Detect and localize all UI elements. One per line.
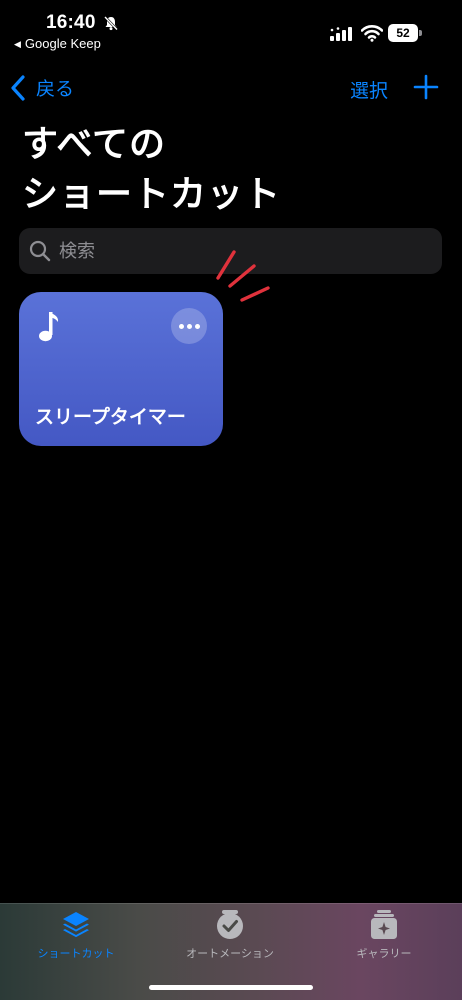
home-indicator[interactable] [149,985,313,990]
bell-slash-icon [104,16,118,31]
select-button[interactable]: 選択 [350,76,388,103]
tab-shortcuts[interactable]: ショートカット [6,909,146,961]
tab-automation[interactable]: オートメーション [160,909,300,961]
dot [194,323,200,329]
battery-level: 52 [388,24,418,42]
tab-label: オートメーション [186,947,274,960]
back-button-label: 戻る [36,78,75,100]
dot [186,323,192,329]
search-icon [29,240,51,262]
battery-cap [419,30,422,36]
back-app-label: Google Keep [24,36,101,51]
gallery-sparkle-icon [371,910,397,939]
shortcut-card[interactable]: スリープタイマー [19,292,223,446]
shortcut-label: スリープタイマー [35,406,186,428]
page-title: すべての ショートカット [22,120,281,220]
music-note-icon [39,312,59,342]
layers-icon [63,912,89,938]
tab-label: ギャラリー [356,947,412,960]
tab-label: ショートカット [37,947,115,960]
chevron-left-icon [11,74,25,101]
wifi-icon [361,25,383,42]
cellular-signal-icon [330,27,352,41]
annotation-marks-icon [216,250,270,302]
clock-check-icon [217,910,243,939]
back-to-app-link[interactable]: ◀ Google Keep [14,36,101,51]
back-triangle-icon: ◀ [14,39,21,49]
page-title-line-1: すべての [22,124,167,165]
battery-indicator: 52 [388,24,422,42]
shortcut-more-button[interactable] [171,308,207,344]
back-button[interactable]: 戻る [10,74,74,101]
tab-gallery[interactable]: ギャラリー [314,909,454,961]
dot [178,323,184,329]
status-time: 16:40 [46,12,96,33]
add-shortcut-icon[interactable] [413,74,439,100]
page-title-line-2: ショートカット [22,174,282,215]
